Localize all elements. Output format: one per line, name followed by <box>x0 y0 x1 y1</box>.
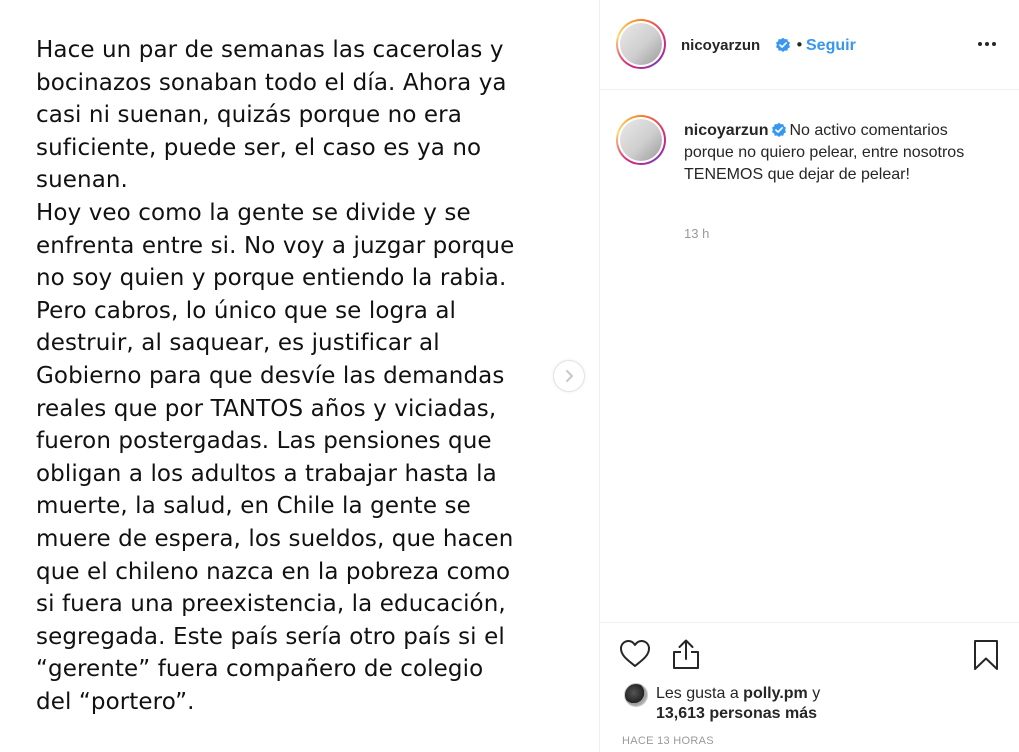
post-actions: Les gusta a polly.pm y 13,613 personas m… <box>600 622 1019 752</box>
caption-avatar[interactable] <box>616 115 666 165</box>
avatar[interactable] <box>616 19 666 69</box>
header-separator: • <box>795 36 804 54</box>
share-icon[interactable] <box>671 638 701 670</box>
caption-username[interactable]: nicoyarzun <box>684 122 768 139</box>
likes-line: Les gusta a polly.pm y <box>656 683 820 705</box>
liker-username[interactable]: polly.pm <box>743 685 808 702</box>
verified-badge-icon <box>776 37 790 52</box>
chevron-right-icon <box>566 370 573 382</box>
caption-timestamp[interactable]: 13 h <box>684 226 709 241</box>
heart-icon[interactable] <box>619 639 651 669</box>
post-header: nicoyarzun • Seguir <box>600 0 1019 90</box>
post-date[interactable]: HACE 13 HORAS <box>622 735 714 747</box>
follow-button[interactable]: Seguir <box>806 37 856 55</box>
more-options-icon[interactable] <box>974 34 1000 54</box>
next-slide-button[interactable] <box>553 360 585 392</box>
bookmark-icon[interactable] <box>973 639 999 671</box>
post-image: Hace un par de semanas las cacerolas y b… <box>0 0 600 752</box>
post-sidebar: nicoyarzun • Seguir nicoyarzun No activo… <box>599 0 1019 752</box>
verified-badge-icon <box>772 122 787 137</box>
caption-text-block: nicoyarzun No activo comentarios porque … <box>684 120 984 186</box>
liker-avatar[interactable] <box>624 683 648 707</box>
likes-suffix: y <box>807 685 821 702</box>
post-text: Hace un par de semanas las cacerolas y b… <box>36 37 515 715</box>
likes-count[interactable]: 13,613 personas más <box>656 705 817 723</box>
header-username[interactable]: nicoyarzun <box>681 37 760 54</box>
likes-prefix: Les gusta a <box>656 685 744 702</box>
